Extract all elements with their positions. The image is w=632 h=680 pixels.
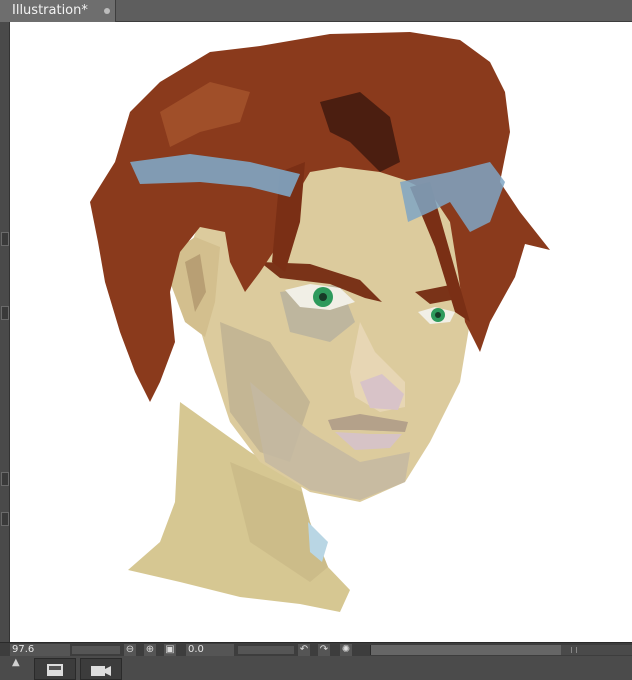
zoom-value: 97.6 [12,644,35,655]
tool-handle[interactable] [1,306,9,320]
left-tool-strip [0,22,10,642]
bottom-panel-bar: ▲ [0,656,632,680]
tab-illustration[interactable]: Illustration* [0,0,116,22]
close-tab-dot-icon[interactable] [104,8,110,14]
zoom-in-icon[interactable]: ⊕ [144,644,156,656]
zoom-field[interactable]: 97.6 [10,644,70,656]
canvas-view-button[interactable] [34,658,76,680]
tool-handle[interactable] [1,232,9,246]
tool-handle[interactable] [1,472,9,486]
drawing-canvas[interactable] [10,22,632,642]
fit-canvas-icon[interactable]: ▣ [164,644,176,656]
scrollbar-thumb[interactable] [371,645,561,655]
right-eye-pupil [435,312,441,318]
horizontal-scrollbar[interactable] [370,645,632,655]
app-window: Illustration* 97.6 ⊖ ⊕ ▣ 0.0 ↶ ↷ ✺ ▲ [0,0,632,680]
canvas-view-icon [47,664,63,676]
rotate-left-icon[interactable]: ↶ [298,644,310,656]
illustration-artwork [90,32,550,612]
reset-rotation-icon[interactable]: ✺ [340,644,352,656]
rotate-right-icon[interactable]: ↷ [318,644,330,656]
timelapse-button[interactable] [80,658,122,680]
scrollbar-grip-icon [571,647,577,653]
document-tab-bar: Illustration* [0,0,632,22]
rotation-slider[interactable] [238,646,294,654]
zoom-slider[interactable] [72,646,120,654]
rotation-angle-field[interactable]: 0.0 [186,644,234,656]
zoom-out-icon[interactable]: ⊖ [124,644,136,656]
left-eye-pupil [319,293,327,301]
chevron-up-icon[interactable]: ▲ [12,658,28,668]
status-bar: 97.6 ⊖ ⊕ ▣ 0.0 ↶ ↷ ✺ [0,642,632,656]
tool-handle[interactable] [1,512,9,526]
angle-value: 0.0 [188,644,204,655]
tab-title: Illustration* [12,3,88,18]
video-camera-icon [91,666,111,676]
